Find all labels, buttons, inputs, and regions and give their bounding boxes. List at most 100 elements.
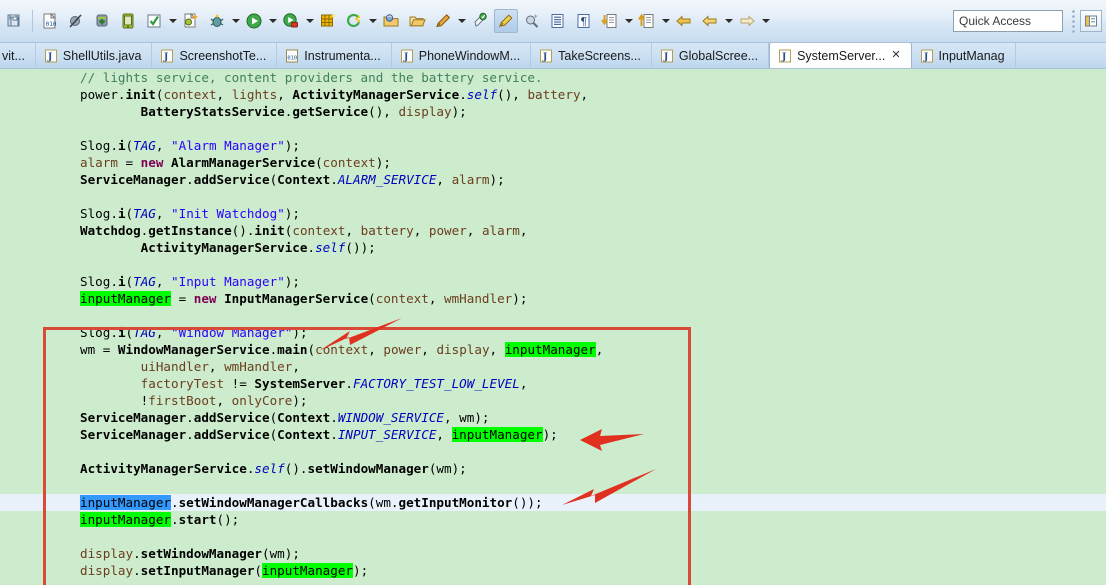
code-line[interactable]: ActivityManagerService.self().setWindowM… — [0, 460, 1106, 477]
toolbar-drag-handle[interactable] — [1071, 9, 1076, 33]
code-token: BatteryStatsService — [80, 104, 285, 119]
code-line[interactable] — [0, 443, 1106, 460]
main-toolbar: 010 ¶ Quick Access — [0, 0, 1106, 43]
code-line[interactable]: inputManager = new InputManagerService(c… — [0, 290, 1106, 307]
code-token: wm — [459, 410, 475, 425]
svg-text:010: 010 — [46, 21, 57, 28]
editor-tab-7[interactable]: J SystemServer... ✕ — [769, 43, 912, 68]
code-line[interactable]: Watchdog.getInstance().init(context, bat… — [0, 222, 1106, 239]
new-java-class-dropdown-arrow[interactable] — [456, 10, 467, 32]
code-token: ); — [512, 291, 528, 306]
external-tools-dropdown-arrow[interactable] — [367, 10, 378, 32]
close-tab-icon[interactable]: ✕ — [891, 50, 900, 61]
previous-annotation-icon[interactable] — [635, 9, 659, 33]
code-token: ( — [125, 325, 134, 340]
code-line[interactable]: Slog.i(TAG, "Init Watchdog"); — [0, 205, 1106, 222]
editor-tab-6[interactable]: J GlobalScree... — [652, 43, 770, 68]
editor-tab-5[interactable]: J TakeScreens... — [531, 43, 652, 68]
quick-access-input[interactable]: Quick Access — [953, 10, 1063, 32]
next-annotation-dropdown-arrow[interactable] — [623, 10, 634, 32]
run-icon[interactable] — [242, 9, 266, 33]
code-line[interactable]: ServiceManager.addService(Context.INPUT_… — [0, 426, 1106, 443]
code-text-area[interactable]: // lights service, content providers and… — [0, 69, 1106, 579]
run-dropdown-arrow[interactable] — [267, 10, 278, 32]
new-binary-icon[interactable]: 010 — [38, 9, 62, 33]
toggle-highlight-icon[interactable] — [494, 9, 518, 33]
new-java-class-icon[interactable] — [431, 9, 455, 33]
code-line[interactable]: BatteryStatsService.getService(), displa… — [0, 103, 1106, 120]
code-line[interactable] — [0, 307, 1106, 324]
forward-icon[interactable] — [735, 9, 759, 33]
code-line[interactable] — [0, 477, 1106, 494]
code-line[interactable]: ServiceManager.addService(Context.ALARM_… — [0, 171, 1106, 188]
svg-text:J: J — [781, 52, 786, 62]
previous-annotation-dropdown-arrow[interactable] — [660, 10, 671, 32]
editor-tab-1[interactable]: J ShellUtils.java — [36, 43, 153, 68]
run-coverage-dropdown-arrow[interactable] — [304, 10, 315, 32]
code-line[interactable]: !firstBoot, onlyCore); — [0, 392, 1106, 409]
code-token: . — [110, 274, 118, 289]
external-tools-icon[interactable] — [342, 9, 366, 33]
editor-tab-3[interactable]: 010 Instrumenta... — [277, 43, 392, 68]
code-line[interactable] — [0, 256, 1106, 273]
android-sdk-manager-icon[interactable] — [90, 9, 114, 33]
eclipse-ide-window: 010 ¶ Quick Access vit... J ShellUtils.java… — [0, 0, 1106, 585]
code-token: power — [80, 87, 118, 102]
show-whitespace-icon[interactable] — [546, 9, 570, 33]
open-resource-icon[interactable] — [405, 9, 429, 33]
toggle-mark-occurrences-icon[interactable] — [468, 9, 492, 33]
editor-tab-4[interactable]: J PhoneWindowM... — [392, 43, 532, 68]
code-line[interactable]: display.setInputManager(inputManager); — [0, 562, 1106, 579]
debug-dropdown-arrow[interactable] — [230, 10, 241, 32]
save-all-icon[interactable] — [3, 9, 27, 33]
code-line[interactable]: Slog.i(TAG, "Alarm Manager"); — [0, 137, 1106, 154]
editor-tab-0[interactable]: vit... — [0, 43, 36, 68]
occurrence-highlight: inputManager — [80, 512, 171, 527]
code-line[interactable]: power.init(context, lights, ActivityMana… — [0, 86, 1106, 103]
code-token: context — [322, 155, 376, 170]
editor-tab-2[interactable]: J ScreenshotTe... — [152, 43, 278, 68]
open-type-icon[interactable] — [379, 9, 403, 33]
code-line[interactable]: ServiceManager.addService(Context.WINDOW… — [0, 409, 1106, 426]
skip-breakpoints-icon[interactable] — [64, 9, 88, 33]
search-find-icon[interactable] — [520, 9, 544, 33]
code-token: display — [80, 563, 134, 578]
code-line[interactable]: alarm = new AlarmManagerService(context)… — [0, 154, 1106, 171]
build-all-icon[interactable] — [142, 9, 166, 33]
code-line[interactable]: Slog.i(TAG, "Window Manager"); — [0, 324, 1106, 341]
code-line[interactable]: wm = WindowManagerService.main(context, … — [0, 341, 1106, 358]
paragraph-mark-icon[interactable]: ¶ — [572, 9, 596, 33]
code-token: Slog — [80, 206, 111, 221]
new-table-icon[interactable] — [316, 9, 340, 33]
android-avd-manager-icon[interactable] — [116, 9, 140, 33]
code-line[interactable] — [0, 528, 1106, 545]
back-dropdown-arrow[interactable] — [723, 10, 734, 32]
back-history-icon[interactable] — [672, 9, 696, 33]
code-token: ()); — [345, 240, 376, 255]
code-token: "Window Manager" — [171, 325, 293, 340]
open-perspective-button[interactable] — [1080, 10, 1102, 32]
code-line[interactable]: ActivityManagerService.self()); — [0, 239, 1106, 256]
code-line[interactable]: uiHandler, wmHandler, — [0, 358, 1106, 375]
java-source-editor[interactable]: // lights service, content providers and… — [0, 69, 1106, 585]
build-all-dropdown-arrow[interactable] — [167, 10, 178, 32]
next-annotation-icon[interactable] — [598, 9, 622, 33]
editor-tab-label: GlobalScree... — [678, 48, 759, 63]
code-token: alarm — [451, 172, 490, 187]
code-line[interactable]: Slog.i(TAG, "Input Manager"); — [0, 273, 1106, 290]
editor-tab-8[interactable]: J InputManag — [912, 43, 1016, 68]
code-token: ); — [284, 274, 300, 289]
code-line[interactable]: display.setWindowManager(wm); — [0, 545, 1106, 562]
forward-dropdown-arrow[interactable] — [760, 10, 771, 32]
code-line[interactable]: // lights service, content providers and… — [0, 69, 1106, 86]
new-android-project-icon[interactable] — [179, 9, 203, 33]
run-coverage-icon[interactable] — [279, 9, 303, 33]
code-line[interactable]: factoryTest != SystemServer.FACTORY_TEST… — [0, 375, 1106, 392]
code-line[interactable] — [0, 120, 1106, 137]
code-line[interactable] — [0, 188, 1106, 205]
back-icon[interactable] — [698, 9, 722, 33]
code-line[interactable]: inputManager.setWindowManagerCallbacks(w… — [0, 494, 1106, 511]
debug-icon[interactable] — [205, 9, 229, 33]
code-line[interactable]: inputManager.start(); — [0, 511, 1106, 528]
code-token: (). — [231, 223, 255, 238]
